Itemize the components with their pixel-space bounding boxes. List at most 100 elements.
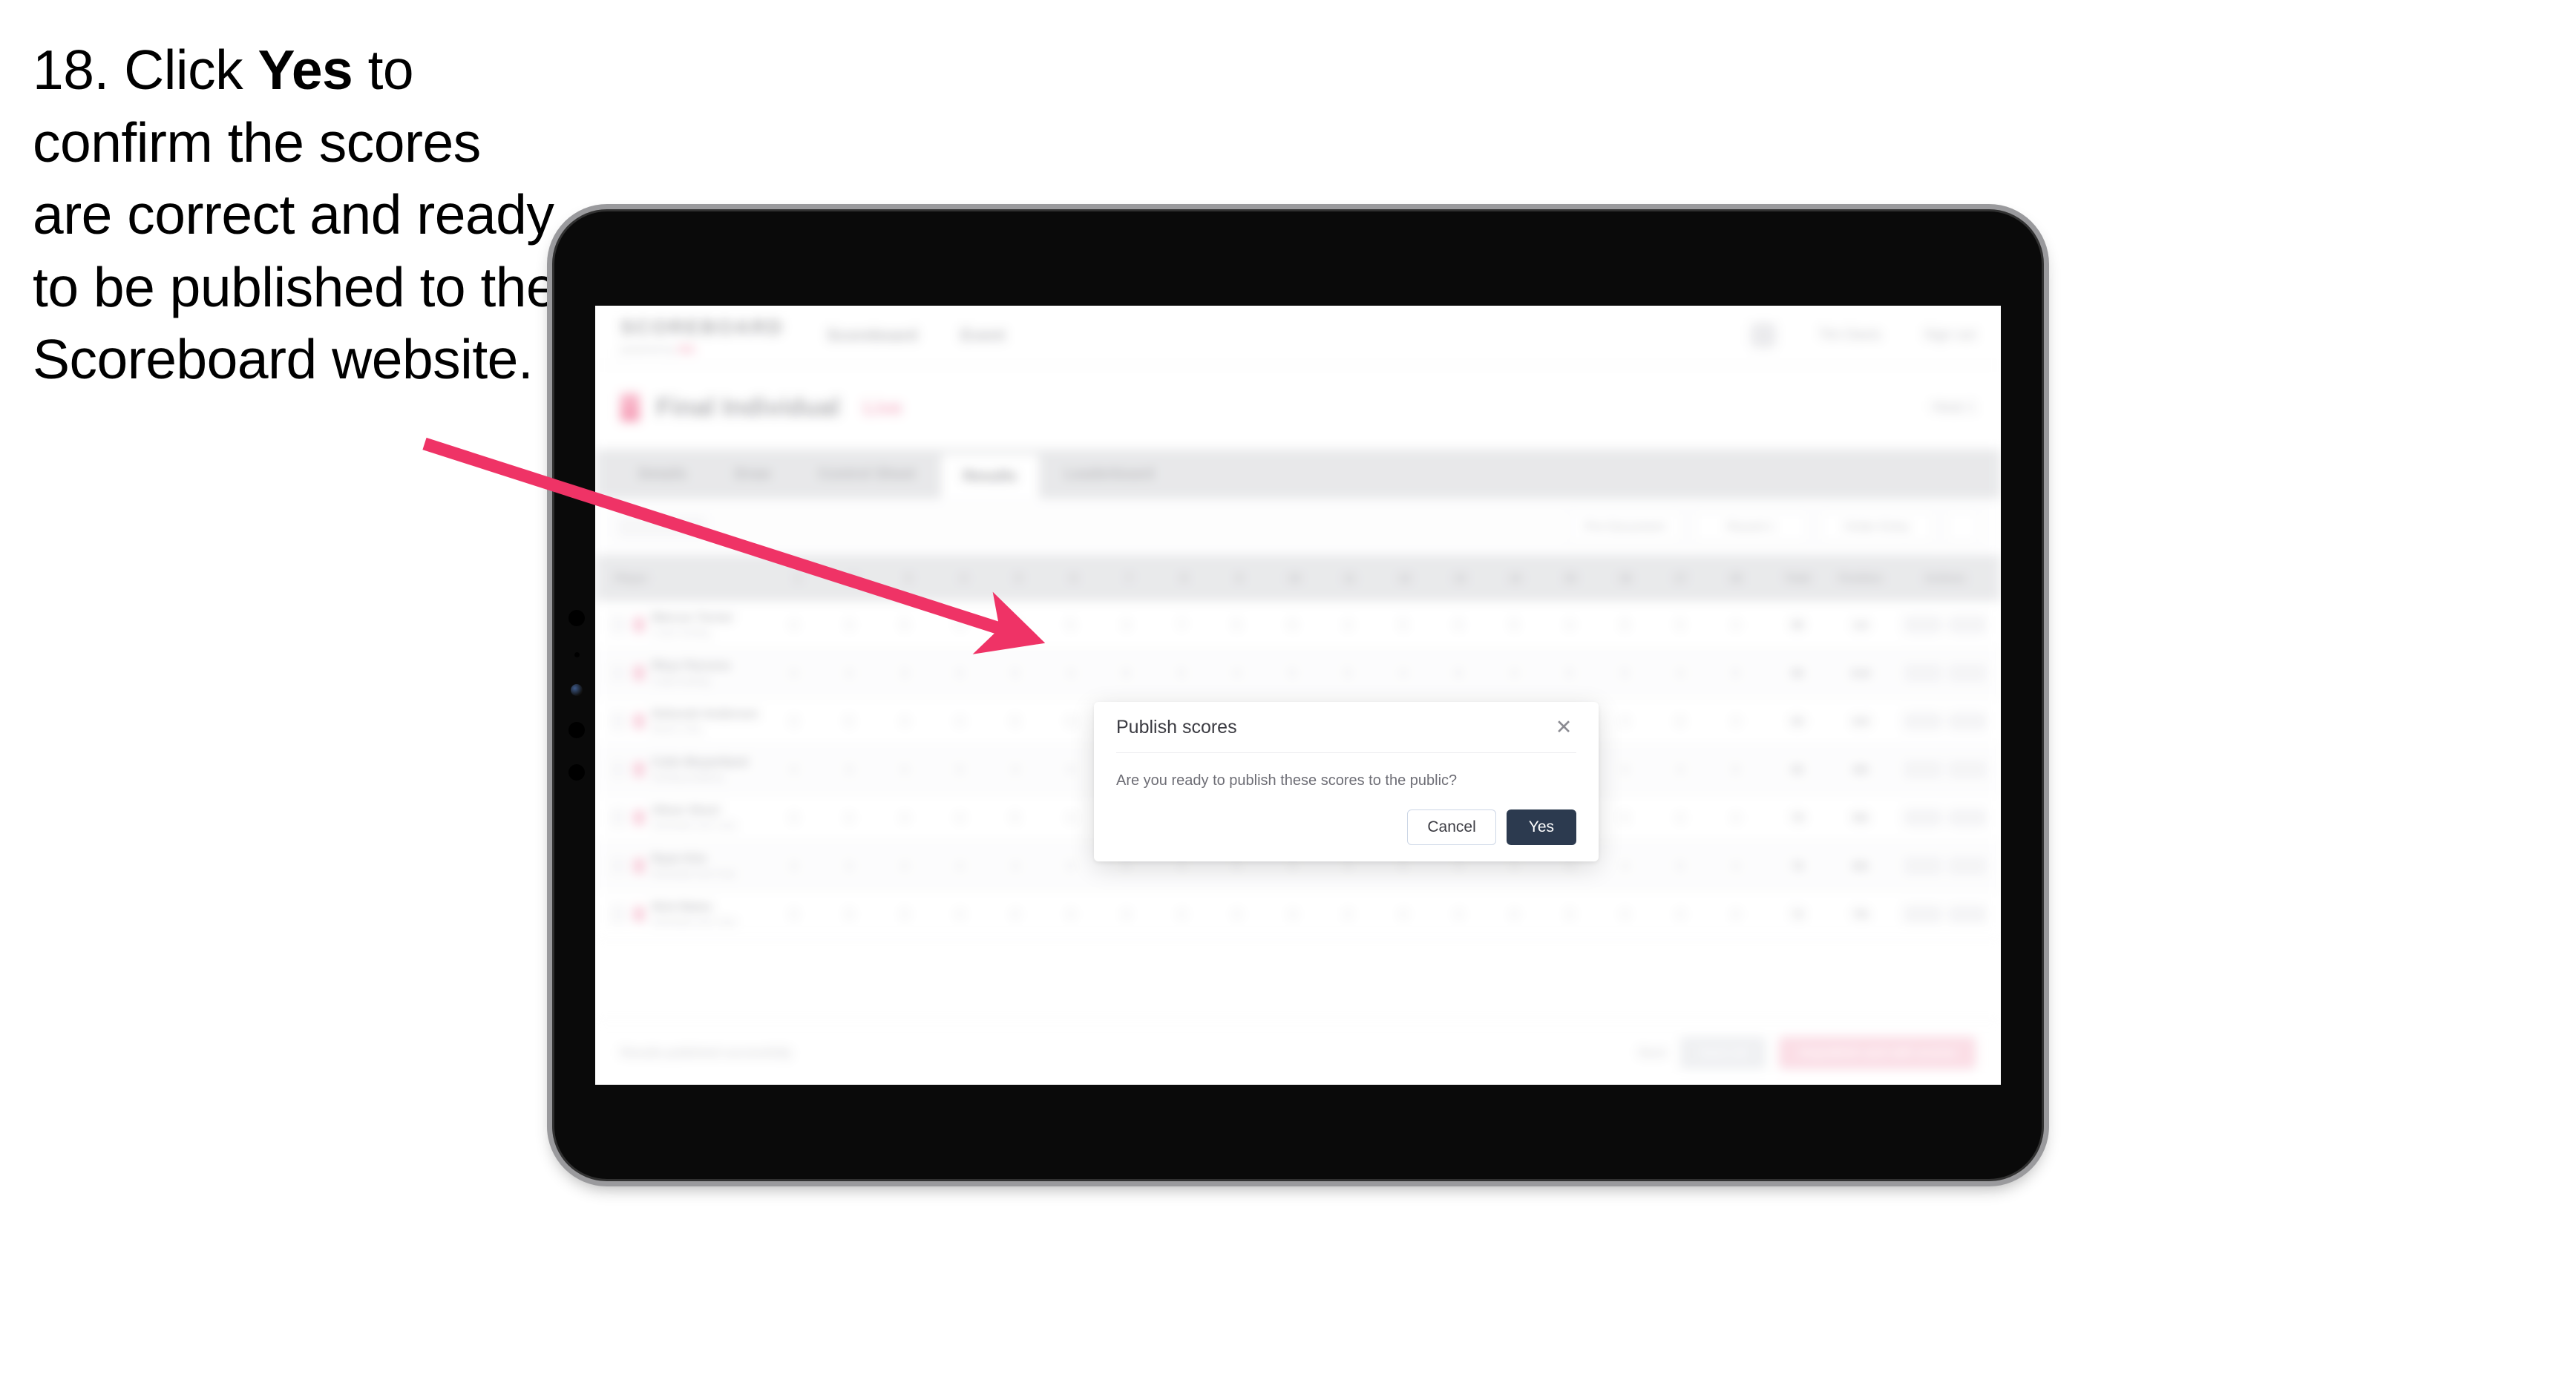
action-view-button[interactable]	[1948, 761, 1987, 778]
cancel-button[interactable]: Cancel	[1407, 809, 1496, 845]
brand-logo[interactable]: SCOREBOARD powered by ISA	[620, 316, 784, 355]
cell-score-17[interactable]: 4	[1653, 794, 1708, 841]
cell-score-8[interactable]: 4	[1154, 890, 1210, 938]
cell-score-3[interactable]: 4	[876, 842, 932, 890]
settings-icon[interactable]	[1946, 510, 1979, 543]
confirm-yes-button[interactable]: Yes	[1506, 809, 1576, 845]
cell-score-17[interactable]: 5	[1653, 601, 1708, 648]
action-view-button[interactable]	[1948, 857, 1987, 875]
cell-score-3[interactable]: 5	[876, 601, 932, 648]
tab-results[interactable]: Results	[940, 454, 1039, 499]
cell-score-12[interactable]: 5	[1375, 601, 1431, 648]
drag-handle-icon[interactable]	[610, 712, 626, 731]
cell-score-18[interactable]: 5	[1708, 746, 1763, 793]
cell-score-5[interactable]: 6	[988, 601, 1043, 648]
cell-score-7[interactable]: 6	[1098, 649, 1154, 697]
action-edit-button[interactable]	[1904, 712, 1943, 730]
cell-score-6[interactable]: 5	[1043, 601, 1098, 648]
cell-score-1[interactable]: 3	[766, 842, 822, 890]
cell-score-1[interactable]: 4	[766, 649, 822, 697]
cell-score-5[interactable]: 5	[988, 697, 1043, 745]
cell-score-5[interactable]: 4	[988, 890, 1043, 938]
cell-score-12[interactable]: 4	[1375, 890, 1431, 938]
cell-score-17[interactable]: 6	[1653, 697, 1708, 745]
cell-score-15[interactable]: 5	[1541, 649, 1597, 697]
cell-score-9[interactable]: 4	[1209, 649, 1265, 697]
cell-score-6[interactable]: 4	[1043, 890, 1098, 938]
cell-score-13[interactable]: 6	[1431, 601, 1487, 648]
cell-score-16[interactable]: 6	[1597, 601, 1653, 648]
cell-score-12[interactable]: 4	[1375, 649, 1431, 697]
action-edit-button[interactable]	[1904, 857, 1943, 875]
cell-score-2[interactable]: 4	[822, 649, 877, 697]
cell-score-11[interactable]: 5	[1320, 649, 1376, 697]
cell-score-18[interactable]: 4	[1708, 890, 1763, 938]
cell-score-2[interactable]: 3	[822, 601, 877, 648]
cell-score-15[interactable]: 3	[1541, 890, 1597, 938]
cell-score-17[interactable]: 4	[1653, 746, 1708, 793]
drag-handle-icon[interactable]	[610, 904, 626, 924]
cell-score-18[interactable]: 4	[1708, 842, 1763, 890]
save-all-button[interactable]: Save all	[1680, 1037, 1766, 1069]
cell-score-3[interactable]: 3	[876, 890, 932, 938]
cell-score-16[interactable]: 4	[1597, 697, 1653, 745]
cell-score-14[interactable]: 5	[1487, 601, 1542, 648]
filter-pill-pre-document[interactable]: Pre Document	[1567, 510, 1682, 543]
cell-score-8[interactable]: 5	[1154, 649, 1210, 697]
topnav-link-event[interactable]: Event	[960, 326, 1005, 345]
drag-handle-icon[interactable]	[610, 808, 626, 827]
cell-score-5[interactable]: 4	[988, 746, 1043, 793]
drag-handle-icon[interactable]	[610, 760, 626, 779]
topnav-link-scoreboard[interactable]: Scoreboard	[827, 326, 917, 345]
cell-score-13[interactable]: 6	[1431, 649, 1487, 697]
cell-score-5[interactable]: 5	[988, 794, 1043, 841]
cell-score-13[interactable]: 4	[1431, 890, 1487, 938]
cell-score-6[interactable]: 4	[1043, 649, 1098, 697]
cell-score-14[interactable]: 4	[1487, 890, 1542, 938]
cell-score-4[interactable]: 4	[932, 890, 988, 938]
action-edit-button[interactable]	[1904, 664, 1943, 682]
cell-score-1[interactable]: 4	[766, 746, 822, 793]
cell-score-16[interactable]: 4	[1597, 890, 1653, 938]
cell-score-11[interactable]: 4	[1320, 890, 1376, 938]
cell-score-3[interactable]: 4	[876, 746, 932, 793]
cell-score-15[interactable]: 4	[1541, 601, 1597, 648]
action-edit-button[interactable]	[1904, 809, 1943, 827]
action-edit-button[interactable]	[1904, 905, 1943, 923]
cell-score-2[interactable]: 3	[822, 746, 877, 793]
action-edit-button[interactable]	[1904, 761, 1943, 778]
cell-score-16[interactable]: 5	[1597, 746, 1653, 793]
cell-score-2[interactable]: 3	[822, 890, 877, 938]
avatar[interactable]	[1750, 323, 1776, 348]
cell-score-2[interactable]: 4	[822, 794, 877, 841]
cell-score-7[interactable]: 4	[1098, 601, 1154, 648]
filter-pill-order-entry[interactable]: Order Entry	[1820, 510, 1934, 543]
cell-score-16[interactable]: 5	[1597, 649, 1653, 697]
table-row[interactable]: Marcus Turner Coast Surfing 4 3 5 4 6 5 4 7 5 6 4 5 6 5…	[595, 601, 2001, 649]
table-row[interactable]: Nick Bates Northside Surf Club 3 3 3 4 4 4 4 4 4 4 4…	[595, 890, 2001, 939]
cell-score-4[interactable]: 4	[932, 601, 988, 648]
cell-score-16[interactable]: 4	[1597, 842, 1653, 890]
action-view-button[interactable]	[1948, 809, 1987, 827]
cell-score-2[interactable]: 3	[822, 842, 877, 890]
cell-score-3[interactable]: 4	[876, 794, 932, 841]
sign-out-link[interactable]: Sign out	[1924, 327, 1976, 344]
filter-pill-round[interactable]: Round 1	[1694, 510, 1808, 543]
cell-score-17[interactable]: 4	[1653, 649, 1708, 697]
cell-score-7[interactable]: 4	[1098, 890, 1154, 938]
action-view-button[interactable]	[1948, 712, 1987, 730]
cell-score-17[interactable]: 5	[1653, 842, 1708, 890]
cell-score-5[interactable]: 4	[988, 842, 1043, 890]
cell-score-1[interactable]: 3	[766, 794, 822, 841]
action-view-button[interactable]	[1948, 664, 1987, 682]
cell-score-3[interactable]: 4	[876, 697, 932, 745]
cell-score-5[interactable]: 5	[988, 649, 1043, 697]
cell-score-1[interactable]: 4	[766, 601, 822, 648]
cell-score-18[interactable]: 4	[1708, 697, 1763, 745]
account-name[interactable]: Tim Davis	[1819, 327, 1881, 344]
cell-score-14[interactable]: 4	[1487, 649, 1542, 697]
cell-score-17[interactable]: 4	[1653, 890, 1708, 938]
tab-draw[interactable]: Draw	[712, 450, 793, 499]
cell-score-10[interactable]: 4	[1265, 890, 1320, 938]
cell-score-18[interactable]: 4	[1708, 601, 1763, 648]
